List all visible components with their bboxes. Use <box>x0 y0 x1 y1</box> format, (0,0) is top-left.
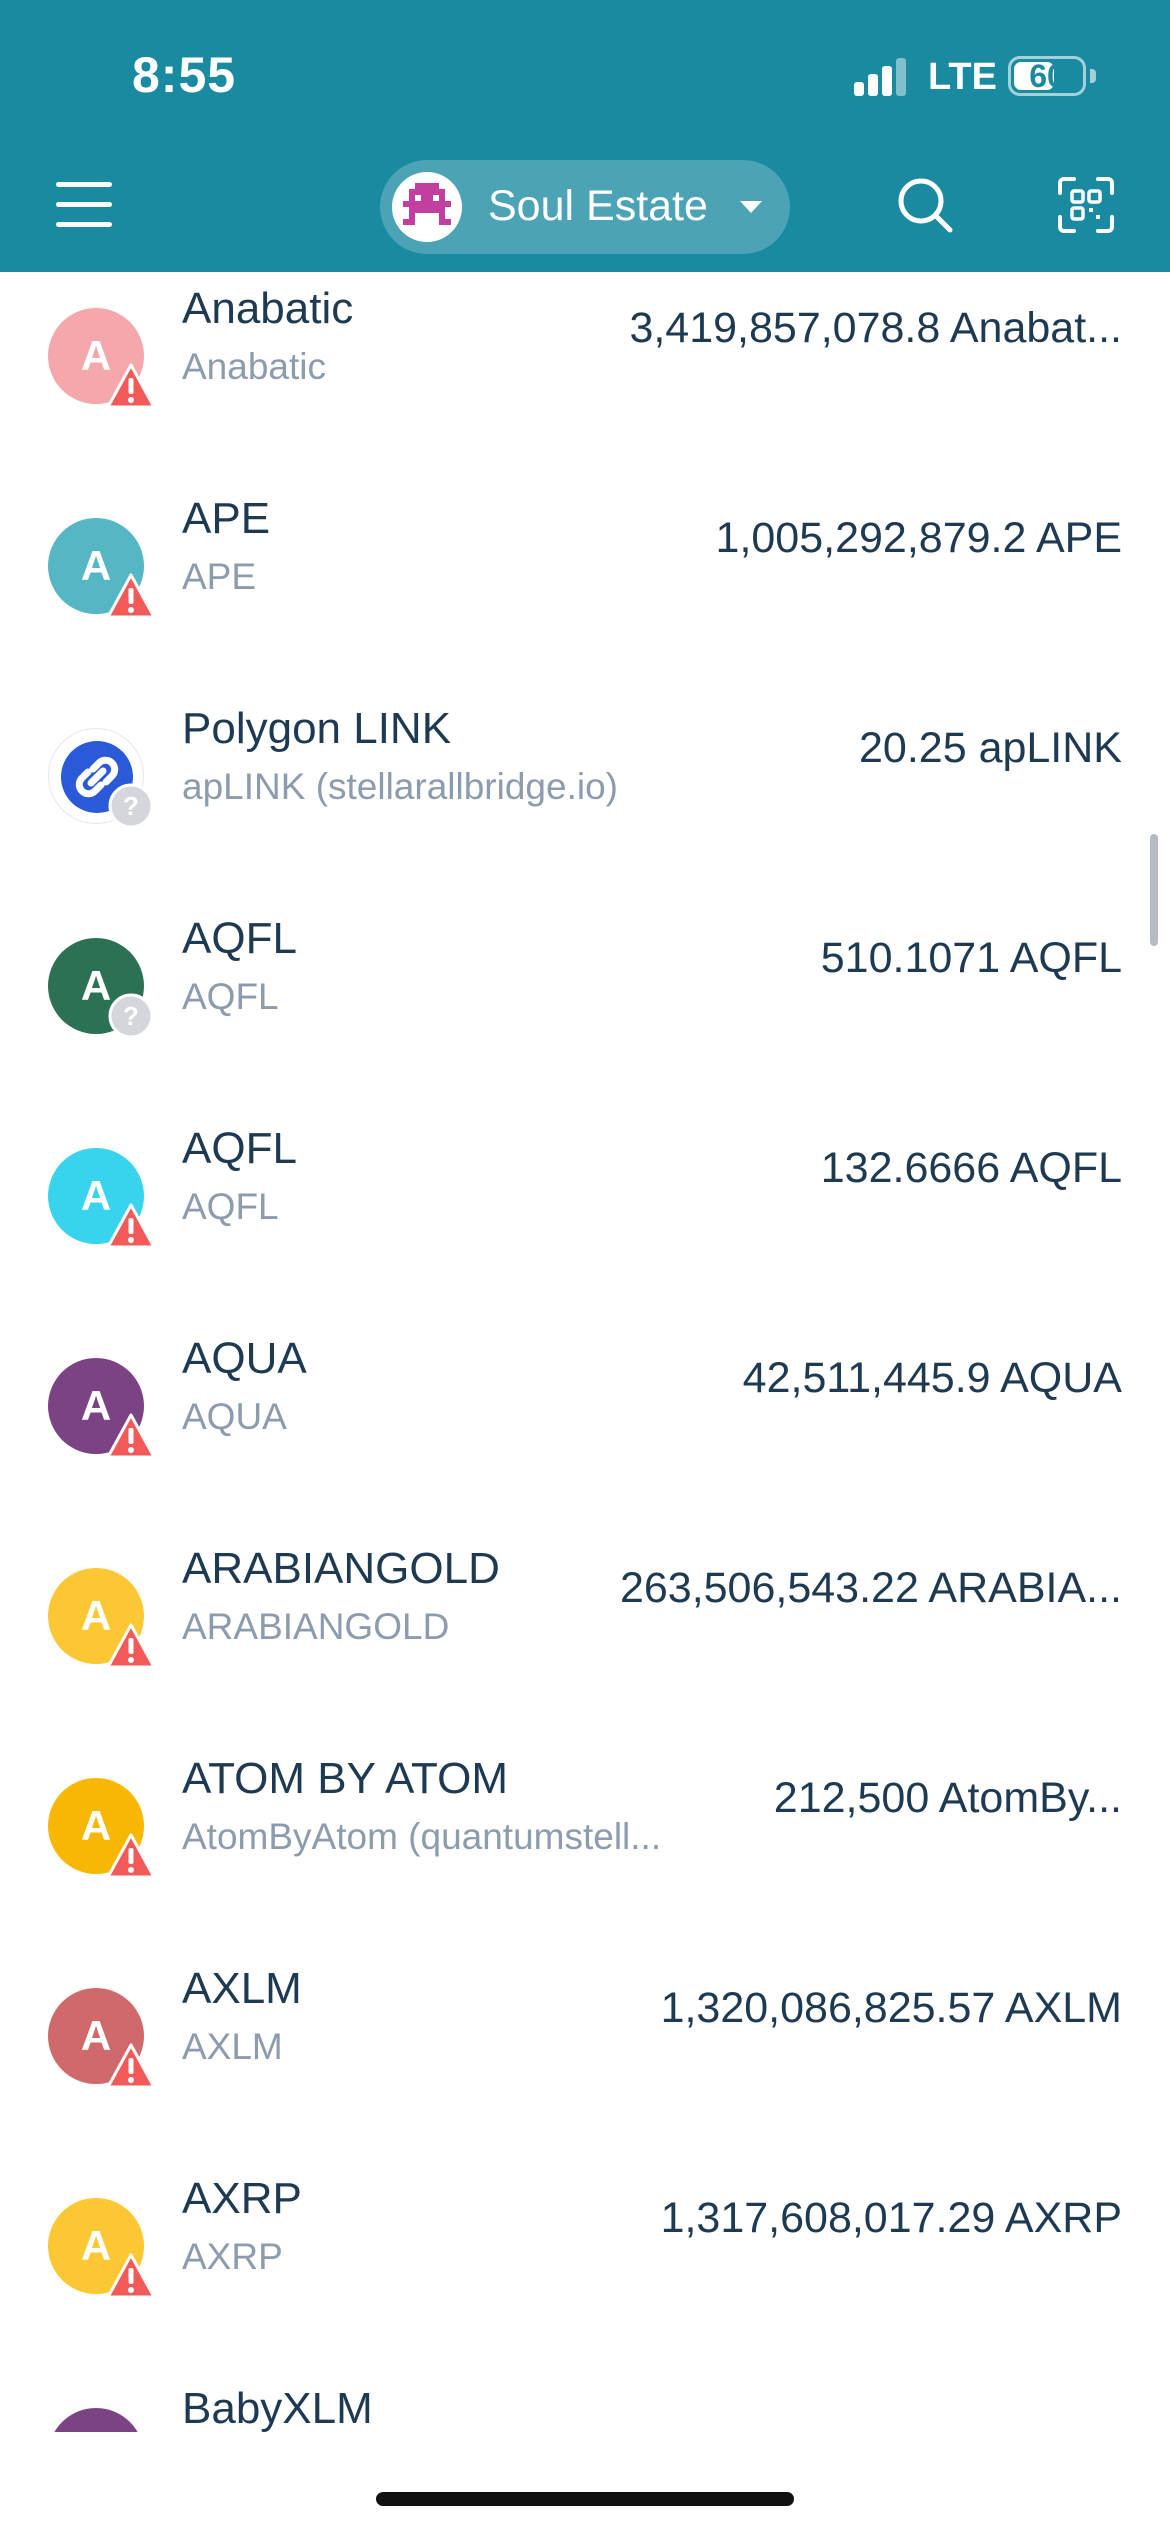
battery-nub <box>1090 69 1096 83</box>
cellular-signal-icon <box>854 58 908 96</box>
account-name: Soul Estate <box>488 182 708 230</box>
chevron-down-icon <box>740 201 762 213</box>
warning-icon <box>106 1833 156 1879</box>
scrollbar[interactable] <box>1150 834 1158 946</box>
asset-code: BabyXLM <box>182 2384 373 2432</box>
asset-list: A Anabatic Anabatic 3,419,857,078.8 Anabat.… <box>0 272 1170 2432</box>
asset-row[interactable]: A ARABIANGOLD ARABIANGOLD 263,506,543.22 AR… <box>0 1532 1170 1742</box>
warning-icon <box>106 363 156 409</box>
asset-row[interactable]: A AQFL AQFL 132.6666 AQFL <box>0 1112 1170 1322</box>
warning-icon <box>106 573 156 619</box>
asset-domain: APE <box>182 556 257 597</box>
asset-domain: AXLM <box>182 2026 283 2067</box>
question-icon: ? <box>108 783 154 829</box>
svg-text:?: ? <box>123 791 139 821</box>
warning-icon <box>106 1623 156 1669</box>
top-bar: 8:55 LTE 60 Soul Estate <box>0 0 1170 272</box>
warning-icon <box>106 2253 156 2299</box>
asset-domain: ARABIANGOLD <box>182 1606 450 1647</box>
asset-balance: 263,506,543.22 ARABIA... <box>619 1564 1122 1612</box>
warning-icon <box>106 1413 156 1459</box>
question-icon: ? <box>108 993 154 1039</box>
asset-balance: 1,320,086,825.57 AXLM <box>660 1984 1122 2032</box>
asset-domain: AQFL <box>182 1186 279 1227</box>
asset-row[interactable]: A AXLM AXLM 1,320,086,825.57 AXLM <box>0 1952 1170 2162</box>
asset-domain: AXRP <box>182 2236 283 2277</box>
asset-row[interactable]: A AXRP AXRP 1,317,608,017.29 AXRP <box>0 2162 1170 2372</box>
asset-row[interactable]: ? Polygon LINK apLINK (stellarallbridge.io… <box>0 692 1170 902</box>
asset-row[interactable]: A AQUA AQUA 42,511,445.9 AQUA <box>0 1322 1170 1532</box>
account-switcher[interactable]: Soul Estate <box>380 160 790 254</box>
asset-code: APE <box>182 494 271 543</box>
asset-code: AQFL <box>182 914 297 963</box>
status-time: 8:55 <box>132 47 237 103</box>
asset-row[interactable]: BabyXLM <box>0 2372 1170 2432</box>
asset-row[interactable]: A Anabatic Anabatic 3,419,857,078.8 Anabat.… <box>0 272 1170 482</box>
home-indicator <box>376 2492 794 2506</box>
battery-percentage: 60 <box>1029 58 1065 94</box>
asset-code: ARABIANGOLD <box>182 1544 500 1593</box>
asset-code: AXRP <box>182 2174 302 2223</box>
asset-balance: 3,419,857,078.8 Anabat... <box>629 304 1122 352</box>
search-icon[interactable] <box>895 175 955 235</box>
asset-balance: 132.6666 AQFL <box>820 1144 1122 1192</box>
warning-icon <box>106 2043 156 2089</box>
menu-icon[interactable] <box>56 180 112 230</box>
asset-domain: AtomByAtom (quantumstell... <box>182 1816 662 1857</box>
asset-domain: apLINK (stellarallbridge.io) <box>182 766 618 807</box>
asset-row[interactable]: A APE APE 1,005,292,879.2 APE <box>0 482 1170 692</box>
asset-balance: 1,005,292,879.2 APE <box>715 514 1122 562</box>
asset-code: AQUA <box>182 1334 307 1383</box>
battery-icon: 60 <box>1008 56 1086 96</box>
asset-code: Polygon LINK <box>182 704 452 753</box>
asset-code: ATOM BY ATOM <box>182 1754 509 1803</box>
asset-row[interactable]: A? AQFL AQFL 510.1071 AQFL <box>0 902 1170 1112</box>
pixel-avatar-icon <box>403 183 451 225</box>
asset-avatar <box>48 2408 144 2432</box>
qr-scan-icon[interactable] <box>1056 175 1116 235</box>
asset-domain: AQFL <box>182 976 279 1017</box>
asset-domain: Anabatic <box>182 346 326 387</box>
asset-code: AQFL <box>182 1124 297 1173</box>
warning-icon <box>106 1203 156 1249</box>
network-type: LTE <box>928 56 997 98</box>
asset-balance: 42,511,445.9 AQUA <box>742 1354 1122 1402</box>
asset-domain: AQUA <box>182 1396 287 1437</box>
asset-balance: 510.1071 AQFL <box>820 934 1122 982</box>
asset-balance: 1,317,608,017.29 AXRP <box>660 2194 1122 2242</box>
account-avatar <box>392 172 462 242</box>
asset-balance: 20.25 apLINK <box>859 724 1122 772</box>
asset-row[interactable]: A ATOM BY ATOM AtomByAtom (quantumstell...… <box>0 1742 1170 1952</box>
asset-code: Anabatic <box>182 284 354 333</box>
svg-text:?: ? <box>123 1001 139 1031</box>
asset-code: AXLM <box>182 1964 302 2013</box>
asset-balance: 212,500 AtomBy... <box>773 1774 1122 1822</box>
